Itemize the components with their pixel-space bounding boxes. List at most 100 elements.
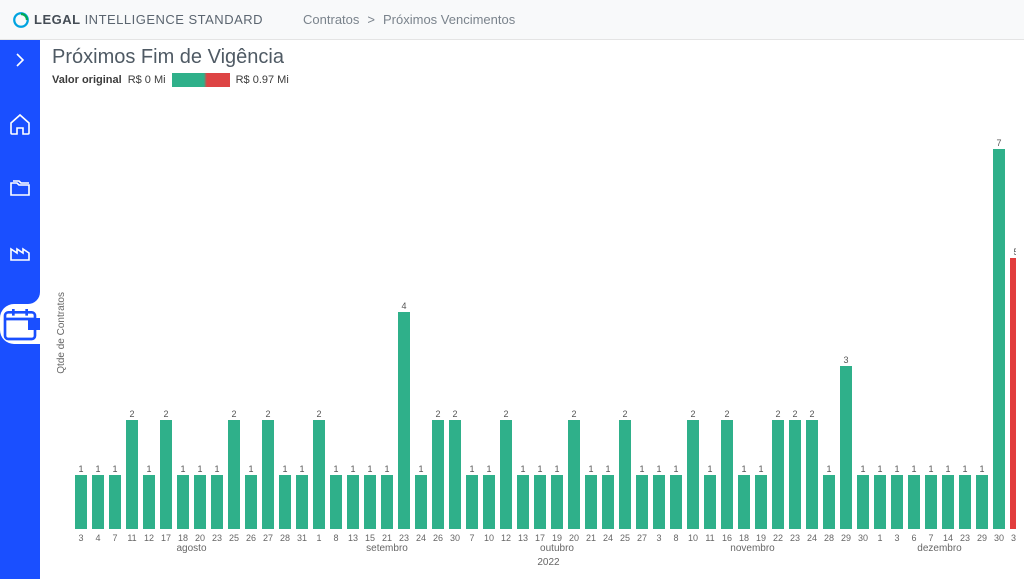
bar-rect: [619, 420, 631, 529]
bar[interactable]: 1: [278, 463, 292, 529]
crumb-root[interactable]: Contratos: [303, 12, 359, 27]
bar[interactable]: 1: [822, 463, 836, 529]
bar[interactable]: 1: [703, 463, 717, 529]
bar[interactable]: 1: [516, 463, 530, 529]
bar-rect: [942, 475, 954, 529]
bar[interactable]: 1: [414, 463, 428, 529]
bar[interactable]: 1: [176, 463, 190, 529]
bar-value-label: 4: [401, 300, 406, 312]
x-tick-day: 23: [210, 533, 224, 543]
bar[interactable]: 1: [244, 463, 258, 529]
bar[interactable]: 1: [907, 463, 921, 529]
bar[interactable]: 1: [601, 463, 615, 529]
bar-value-label: 1: [95, 463, 100, 475]
bar[interactable]: 1: [890, 463, 904, 529]
bar[interactable]: 1: [550, 463, 564, 529]
bar[interactable]: 2: [448, 408, 462, 529]
x-tick-day: 7: [108, 533, 122, 543]
bar[interactable]: 2: [431, 408, 445, 529]
bar[interactable]: 1: [533, 463, 547, 529]
bar[interactable]: 1: [584, 463, 598, 529]
sidebar-calendar[interactable]: [0, 304, 40, 344]
bar[interactable]: 1: [652, 463, 666, 529]
bar-rect: [857, 475, 869, 529]
bar[interactable]: 1: [91, 463, 105, 529]
bars-container: 1112121112121121111412211211121121112121…: [70, 95, 1016, 529]
bar[interactable]: 1: [873, 463, 887, 529]
bar-value-label: 1: [197, 463, 202, 475]
bars-scroller[interactable]: 1112121112121121111412211211121121112121…: [70, 95, 1016, 571]
bar[interactable]: 1: [635, 463, 649, 529]
bar[interactable]: 2: [312, 408, 326, 529]
bar[interactable]: 1: [958, 463, 972, 529]
y-axis: Qtde de Contratos: [52, 95, 70, 571]
bar[interactable]: 2: [159, 408, 173, 529]
bar-rect: [109, 475, 121, 529]
bar-rect: [738, 475, 750, 529]
bar-rect: [262, 420, 274, 529]
bar[interactable]: 2: [227, 408, 241, 529]
bar-value-label: 1: [180, 463, 185, 475]
bar[interactable]: 1: [74, 463, 88, 529]
bar-rect: [211, 475, 223, 529]
bar[interactable]: 2: [261, 408, 275, 529]
bar[interactable]: 2: [720, 408, 734, 529]
bar[interactable]: 1: [465, 463, 479, 529]
bar[interactable]: 1: [295, 463, 309, 529]
sidebar-folders[interactable]: [8, 176, 32, 200]
bar[interactable]: 2: [805, 408, 819, 529]
bar[interactable]: 1: [193, 463, 207, 529]
bar[interactable]: 2: [567, 408, 581, 529]
bar[interactable]: 1: [210, 463, 224, 529]
bar[interactable]: 1: [346, 463, 360, 529]
x-tick-day: 26: [244, 533, 258, 543]
bar[interactable]: 2: [125, 408, 139, 529]
bar[interactable]: 5: [1009, 246, 1016, 529]
bar[interactable]: 7: [992, 137, 1006, 529]
x-tick-day: 28: [278, 533, 292, 543]
bar[interactable]: 1: [754, 463, 768, 529]
bar-value-label: 1: [673, 463, 678, 475]
bar-value-label: 1: [350, 463, 355, 475]
bar[interactable]: 1: [482, 463, 496, 529]
bar[interactable]: 2: [499, 408, 513, 529]
bar[interactable]: 1: [108, 463, 122, 529]
bar-rect: [551, 475, 563, 529]
bar-value-label: 1: [282, 463, 287, 475]
sidebar-home[interactable]: [8, 112, 32, 136]
bar[interactable]: 1: [669, 463, 683, 529]
bar-rect: [364, 475, 376, 529]
bar[interactable]: 1: [142, 463, 156, 529]
bar[interactable]: 1: [329, 463, 343, 529]
x-tick-day: 12: [142, 533, 156, 543]
bar[interactable]: 2: [788, 408, 802, 529]
bar-value-label: 1: [894, 463, 899, 475]
sidebar-rail: [0, 40, 40, 579]
bar-rect: [160, 420, 172, 529]
bar[interactable]: 1: [924, 463, 938, 529]
bar[interactable]: 1: [380, 463, 394, 529]
bar[interactable]: 1: [856, 463, 870, 529]
bar[interactable]: 1: [975, 463, 989, 529]
bar-value-label: 1: [214, 463, 219, 475]
bar-rect: [245, 475, 257, 529]
bar[interactable]: 1: [941, 463, 955, 529]
bar-rect: [279, 475, 291, 529]
bar[interactable]: 1: [737, 463, 751, 529]
bar[interactable]: 1: [363, 463, 377, 529]
crumb-sep: >: [367, 12, 375, 27]
bar[interactable]: 2: [686, 408, 700, 529]
bar[interactable]: 2: [618, 408, 632, 529]
bar-rect: [347, 475, 359, 529]
x-tick-day: 11: [125, 533, 139, 543]
bar-rect: [534, 475, 546, 529]
sidebar-toggle[interactable]: [8, 48, 32, 72]
bar[interactable]: 4: [397, 300, 411, 529]
sidebar-industry[interactable]: [8, 240, 32, 264]
bar-value-label: 1: [656, 463, 661, 475]
bar-value-label: 1: [588, 463, 593, 475]
bar-rect: [755, 475, 767, 529]
bar-value-label: 2: [622, 408, 627, 420]
bar[interactable]: 3: [839, 354, 853, 529]
bar[interactable]: 2: [771, 408, 785, 529]
